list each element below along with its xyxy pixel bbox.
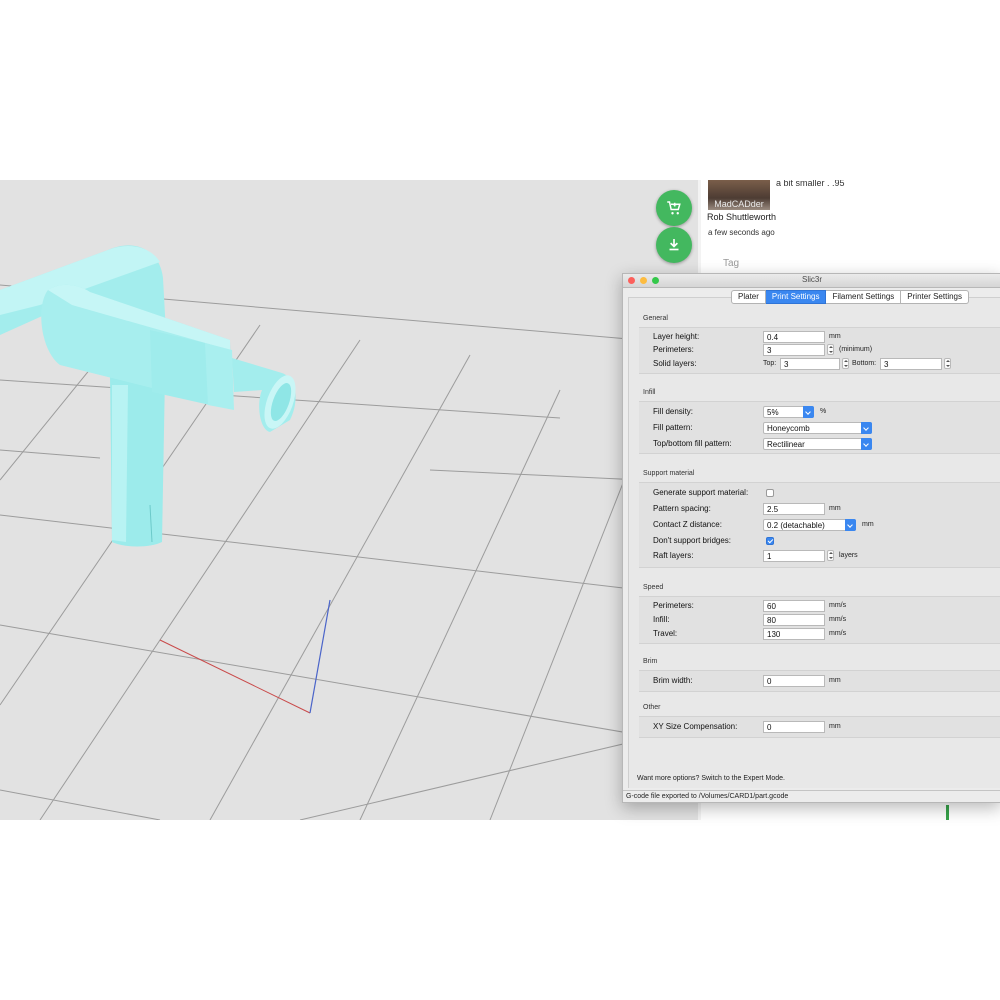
x-axis-line [159,639,311,714]
xy-compensation-input[interactable]: 0 [763,721,825,733]
group-speed: Perimeters: 60 mm/s Infill: 80 mm/s Trav… [639,596,1000,644]
settings-tabs: Plater Print Settings Filament Settings … [731,290,969,304]
fill-density-select[interactable]: 5% [763,406,814,418]
bottom-layers-input[interactable]: 3 [880,358,942,370]
window-titlebar[interactable]: Slic3r [623,274,1000,288]
add-to-cart-button[interactable] [656,190,692,226]
group-support: Generate support material: Pattern spaci… [639,482,1000,568]
dont-support-bridges-label: Don't support bridges: [653,536,732,545]
brim-width-unit: mm [829,677,841,684]
generate-support-label: Generate support material: [653,488,749,497]
section-support: Support material [643,470,695,477]
topbottom-pattern-label: Top/bottom fill pattern: [653,439,732,448]
layer-height-unit: mm [829,333,841,340]
topbottom-pattern-select[interactable]: Rectilinear [763,438,872,450]
raft-layers-label: Raft layers: [653,551,694,560]
speed-infill-label: Infill: [653,615,670,624]
contact-z-value: 0.2 (detachable) [767,521,825,530]
topbottom-pattern-value: Rectilinear [767,440,805,449]
xy-compensation-label: XY Size Compensation: [653,722,738,731]
speed-perimeters-label: Perimeters: [653,601,694,610]
perimeters-input[interactable]: 3 [763,344,825,356]
perimeters-label: Perimeters: [653,345,694,354]
3d-model-part[interactable] [0,245,302,547]
speed-infill-input[interactable]: 80 [763,614,825,626]
fill-pattern-label: Fill pattern: [653,423,693,432]
top-layers-input[interactable]: 3 [780,358,840,370]
pattern-spacing-label: Pattern spacing: [653,504,711,513]
raft-layers-input[interactable]: 1 [763,550,825,562]
speed-infill-unit: mm/s [829,616,847,623]
speed-travel-unit: mm/s [829,630,847,637]
avatar-label: MadCADder [714,199,764,209]
speed-perimeters-unit: mm/s [829,602,847,609]
group-brim: Brim width: 0 mm [639,670,1000,692]
chevron-down-icon [861,422,872,434]
comment-text: a bit smaller . .95 [776,180,845,188]
speed-perimeters-input[interactable]: 60 [763,600,825,612]
status-bar: G-code file exported to /Volumes/CARD1/p… [623,790,1000,802]
top-layers-stepper[interactable] [842,358,849,369]
chevron-down-icon [861,438,872,450]
dont-support-bridges-checkbox[interactable] [766,537,774,545]
fill-density-label: Fill density: [653,407,694,416]
tab-print-settings[interactable]: Print Settings [765,290,827,304]
section-other: Other [643,704,661,711]
fill-density-unit: % [820,408,827,415]
tab-plater[interactable]: Plater [731,290,766,304]
bottom-layers-stepper[interactable] [944,358,951,369]
perimeters-unit: (minimum) [839,346,873,353]
fill-pattern-value: Honeycomb [767,424,810,433]
section-speed: Speed [643,584,664,591]
generate-support-checkbox[interactable] [766,489,774,497]
bottom-layers-label: Bottom: [852,360,877,367]
tag-input[interactable]: Tag [723,258,739,269]
brim-width-input[interactable]: 0 [763,675,825,687]
settings-content: General Layer height: 0.4 mm Perimeters:… [628,297,1000,788]
fill-pattern-select[interactable]: Honeycomb [763,422,872,434]
section-general: General [643,315,668,322]
speed-travel-input[interactable]: 130 [763,628,825,640]
perimeters-stepper[interactable] [827,344,834,355]
group-infill: Fill density: 5% % Fill pattern: Honeyco… [639,401,1000,454]
tab-filament-settings[interactable]: Filament Settings [826,290,902,304]
y-axis-line [309,599,331,714]
raft-layers-unit: layers [839,552,858,559]
fill-density-value: 5% [767,408,779,417]
contact-z-label: Contact Z distance: [653,520,722,529]
chevron-down-icon [803,406,814,418]
cart-plus-icon [667,201,681,215]
window-title: Slic3r [801,275,822,284]
raft-layers-stepper[interactable] [827,550,834,561]
comment-timestamp: a few seconds ago [708,228,775,237]
solid-layers-label: Solid layers: [653,359,697,368]
tab-printer-settings[interactable]: Printer Settings [901,290,969,304]
avatar[interactable]: MadCADder [708,180,770,210]
brim-width-label: Brim width: [653,676,693,685]
pattern-spacing-unit: mm [829,505,841,512]
contact-z-unit: mm [862,521,874,528]
xy-compensation-unit: mm [829,723,841,730]
group-other: XY Size Compensation: 0 mm [639,716,1000,738]
section-brim: Brim [643,658,658,665]
slic3r-window[interactable]: Slic3r General Layer height: 0.4 mm Peri… [622,273,1000,803]
download-button[interactable] [656,227,692,263]
speed-travel-label: Travel: [653,629,678,638]
contact-z-select[interactable]: 0.2 (detachable) [763,519,856,531]
chevron-down-icon [845,519,856,531]
top-layers-label: Top: [763,360,777,367]
section-infill: Infill [643,389,656,396]
comment-author[interactable]: Rob Shuttleworth [707,212,776,222]
download-icon [669,239,679,251]
expert-mode-hint[interactable]: Want more options? Switch to the Expert … [637,775,785,782]
group-general: Layer height: 0.4 mm Perimeters: 3 (mini… [639,327,1000,374]
layer-height-label: Layer height: [653,332,700,341]
layer-height-input[interactable]: 0.4 [763,331,825,343]
green-indicator [946,805,949,820]
pattern-spacing-input[interactable]: 2.5 [763,503,825,515]
